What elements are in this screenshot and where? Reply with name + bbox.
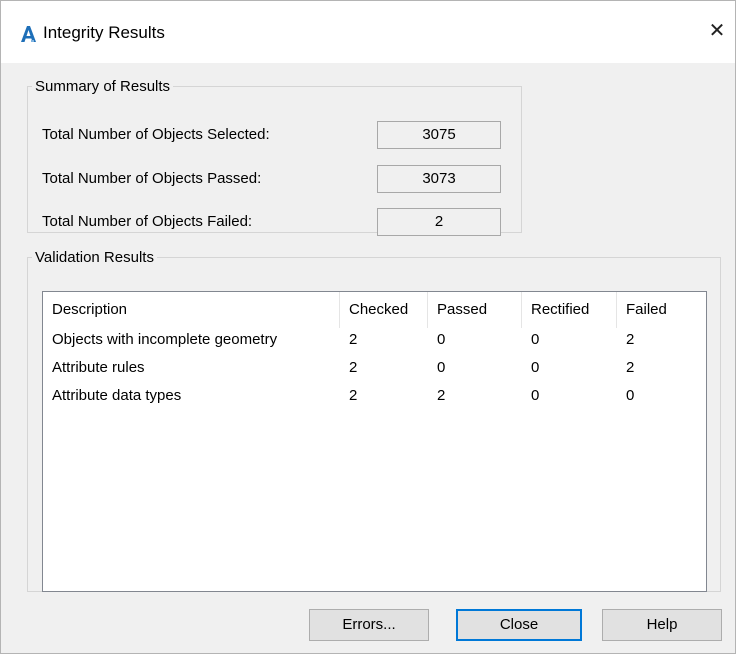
list-item[interactable]: Attribute data types 2 2 0 0 <box>43 382 706 410</box>
list-header: Description Checked Passed Rectified Fai… <box>43 292 706 328</box>
errors-button[interactable]: Errors... <box>309 609 429 641</box>
failed-value: 2 <box>377 208 501 236</box>
failed-label: Total Number of Objects Failed: <box>42 213 253 230</box>
integrity-results-dialog: Integrity Results ✕ Summary of Results T… <box>0 0 736 654</box>
column-header-failed[interactable]: Failed <box>617 292 706 328</box>
failed-cell: 0 <box>626 387 635 404</box>
rectified-cell: 0 <box>531 387 540 404</box>
passed-cell: 0 <box>437 359 446 376</box>
validation-legend: Validation Results <box>35 249 154 266</box>
summary-legend: Summary of Results <box>35 78 171 95</box>
checked-cell: 2 <box>349 387 358 404</box>
window-title: Integrity Results <box>43 23 165 42</box>
rectified-cell: 0 <box>531 331 540 348</box>
description-cell: Attribute data types <box>52 387 182 404</box>
rectified-cell: 0 <box>531 359 540 376</box>
description-cell: Objects with incomplete geometry <box>52 331 278 348</box>
column-header-description[interactable]: Description <box>43 292 340 328</box>
title-bar: Integrity Results ✕ <box>1 1 735 63</box>
column-header-passed[interactable]: Passed <box>428 292 522 328</box>
checked-cell: 2 <box>349 359 358 376</box>
close-icon[interactable]: ✕ <box>703 17 731 45</box>
help-button[interactable]: Help <box>602 609 722 641</box>
passed-value: 3073 <box>377 165 501 193</box>
validation-results-group: Validation Results Description Checked P… <box>27 249 721 592</box>
checked-cell: 2 <box>349 331 358 348</box>
passed-cell: 0 <box>437 331 446 348</box>
passed-cell: 2 <box>437 387 446 404</box>
failed-cell: 2 <box>626 359 635 376</box>
summary-of-results-group: Summary of Results Total Number of Objec… <box>27 78 522 236</box>
summary-row-passed: Total Number of Objects Passed: 3073 <box>42 165 512 195</box>
close-button[interactable]: Close <box>456 609 582 641</box>
summary-row-selected: Total Number of Objects Selected: 3075 <box>42 121 512 151</box>
autocad-icon <box>18 24 38 44</box>
description-cell: Attribute rules <box>52 359 145 376</box>
list-item[interactable]: Attribute rules 2 0 0 2 <box>43 354 706 382</box>
failed-cell: 2 <box>626 331 635 348</box>
column-header-rectified[interactable]: Rectified <box>522 292 617 328</box>
selected-label: Total Number of Objects Selected: <box>42 126 270 143</box>
validation-results-list[interactable]: Description Checked Passed Rectified Fai… <box>42 291 707 592</box>
passed-label: Total Number of Objects Passed: <box>42 170 262 187</box>
column-header-checked[interactable]: Checked <box>340 292 428 328</box>
selected-value: 3075 <box>377 121 501 149</box>
summary-row-failed: Total Number of Objects Failed: 2 <box>42 208 512 238</box>
list-item[interactable]: Objects with incomplete geometry 2 0 0 2 <box>43 326 706 354</box>
